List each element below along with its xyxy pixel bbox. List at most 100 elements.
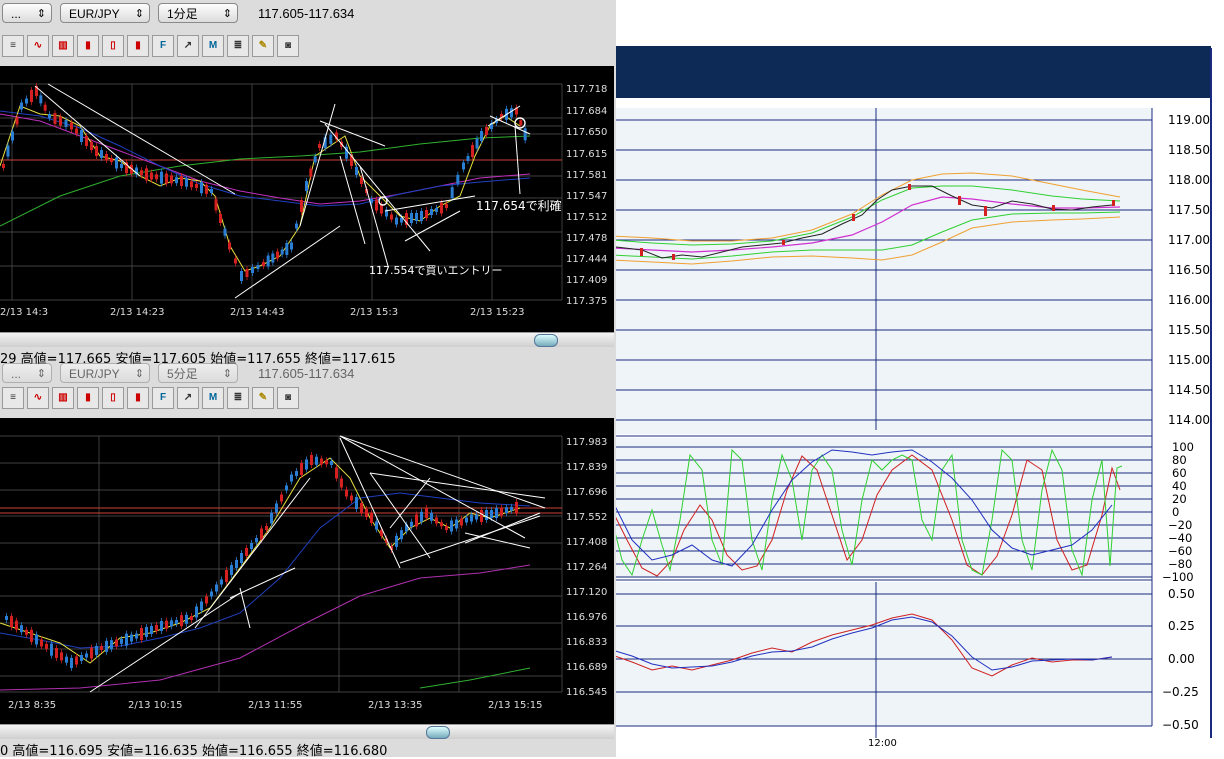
fix-icon[interactable]: F (152, 35, 174, 57)
candle-body (2, 164, 5, 168)
y-tick: 117.650 (566, 127, 608, 138)
candle-body (6, 145, 10, 157)
candle-body (435, 517, 438, 524)
candle-body (48, 114, 51, 118)
line-chart-icon[interactable]: ∿ (27, 35, 49, 57)
trendline-icon[interactable]: ≡ (2, 35, 24, 57)
candle-chart-2-icon[interactable]: ▯ (102, 35, 124, 57)
candle-body (400, 530, 403, 540)
candle-body (170, 175, 173, 184)
x-tick: 2/13 15:3 (350, 307, 399, 318)
fix-icon[interactable]: F (152, 387, 174, 409)
candle-body (485, 127, 488, 135)
candle-body (420, 511, 423, 522)
candle-body (355, 497, 358, 509)
camera-icon[interactable]: ◙ (277, 387, 299, 409)
pair-select[interactable]: EUR/JPY (60, 363, 150, 384)
bottom-scroll-thumb[interactable] (426, 726, 450, 739)
candle-body (415, 213, 418, 221)
candle-body (145, 627, 148, 637)
x-tick: 2/13 15:15 (488, 700, 543, 711)
y-tick: 117.552 (566, 512, 608, 523)
candle-body (445, 526, 448, 530)
mfix-icon[interactable]: M (202, 387, 224, 409)
candle-body (456, 174, 460, 184)
osc-tick: −60 (1168, 544, 1193, 558)
candle-body (85, 136, 88, 146)
candle-body (45, 643, 48, 649)
bottom-toolbar: ... EUR/JPY 5分足 117.605-117.634 (0, 360, 354, 386)
pair-select[interactable]: EUR/JPY (60, 3, 150, 24)
candle-body (318, 144, 321, 148)
y-tick: 116.689 (566, 662, 608, 673)
camera-icon[interactable]: ◙ (277, 35, 299, 57)
y-tick: 117.718 (566, 84, 608, 95)
y-tick: 117.478 (566, 233, 608, 244)
candle-body (485, 510, 488, 520)
candle-body (180, 176, 183, 186)
candle-body (470, 514, 473, 522)
pencil-icon[interactable]: ✎ (252, 35, 274, 57)
candle-chart-2-icon[interactable]: ▯ (102, 387, 124, 409)
price-tick: 119.00 (1168, 113, 1210, 127)
bar-chart-icon[interactable]: ▥ (52, 387, 74, 409)
symbol-select[interactable]: ... (2, 363, 52, 384)
bottom-chart-window: ... EUR/JPY 5分足 117.605-117.634 ≡ ∿ ▥ ▮ … (0, 363, 616, 759)
exit-annotation: 117.654で利確 (476, 199, 562, 213)
candle-body (245, 548, 248, 556)
line-chart-icon[interactable]: ∿ (27, 387, 49, 409)
candle-body (90, 647, 93, 659)
timeframe-select[interactable]: 5分足 (158, 363, 238, 384)
candle-body (210, 591, 213, 597)
candle-body (329, 134, 333, 144)
candle-body (345, 489, 348, 497)
indicator-icon[interactable]: ≣ (227, 387, 249, 409)
symbol-select[interactable]: ... (2, 3, 52, 24)
candle-body (240, 553, 243, 563)
bar-chart-icon[interactable]: ▥ (52, 35, 74, 57)
candle-body (175, 620, 178, 624)
y-tick: 116.976 (566, 612, 608, 623)
candle-body (20, 102, 23, 110)
trendline-icon[interactable]: ≡ (2, 387, 24, 409)
candle-body (85, 653, 88, 658)
top-scrollbar[interactable] (0, 332, 614, 347)
candle-body (105, 640, 108, 652)
bottom-scrollbar[interactable] (0, 724, 614, 739)
candle-body (466, 156, 470, 161)
candle-body (60, 652, 63, 661)
top-candle-chart[interactable]: 117.718 117.684 117.650 117.615 117.581 … (0, 66, 614, 332)
arrow-icon[interactable]: ↗ (177, 387, 199, 409)
indicator-icon[interactable]: ≣ (227, 35, 249, 57)
candle-body (380, 204, 383, 214)
arrow-icon[interactable]: ↗ (177, 35, 199, 57)
candle-chart-icon[interactable]: ▮ (77, 35, 99, 57)
candle-body (215, 584, 218, 592)
candle-body (275, 503, 278, 513)
candle-chart-3-icon[interactable]: ▮ (127, 35, 149, 57)
candle-body (145, 168, 148, 181)
osc-tick: 100 (1172, 440, 1194, 454)
x-tick: 2/13 14:3 (0, 307, 49, 318)
pencil-icon[interactable]: ✎ (252, 387, 274, 409)
candle-body (305, 459, 308, 470)
candle-body (100, 646, 103, 650)
candle-chart-3-icon[interactable]: ▮ (127, 387, 149, 409)
candle-body (165, 620, 168, 629)
top-scroll-thumb[interactable] (534, 334, 558, 347)
osc-tick: 40 (1172, 479, 1187, 493)
y-tick: 117.375 (566, 296, 608, 307)
candle-body (140, 628, 143, 640)
candle-body (270, 512, 273, 524)
candle-chart-icon[interactable]: ▮ (77, 387, 99, 409)
price-tick: 114.50 (1168, 383, 1210, 397)
candle-body (214, 199, 218, 211)
candle-body (110, 640, 113, 650)
timeframe-select[interactable]: 1分足 (158, 3, 238, 24)
y-tick: 116.545 (566, 687, 608, 698)
bottom-candle-chart[interactable]: 117.983 117.839 117.696 117.552 117.408 … (0, 418, 614, 724)
candle-body (70, 658, 73, 668)
mfix-icon[interactable]: M (202, 35, 224, 57)
osc-tick: −80 (1168, 557, 1193, 571)
candle-body (440, 522, 443, 527)
